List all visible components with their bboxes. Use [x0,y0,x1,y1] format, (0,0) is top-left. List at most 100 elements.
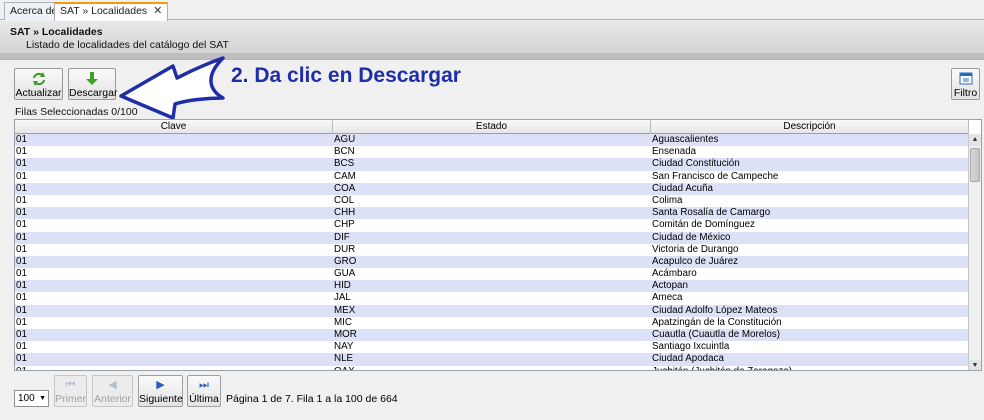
page-size-value: 100 [18,393,35,404]
vertical-scrollbar[interactable]: ▲ ▼ [968,134,981,370]
close-icon[interactable]: ✕ [153,4,162,19]
page-title: SAT » Localidades [10,26,103,38]
table-row[interactable]: 01 CHP Comitán de Domínguez [15,219,969,232]
filter-label: Filtro [953,87,978,99]
cell-estado: MOR [334,329,357,340]
tab-sat-localidades[interactable]: SAT » Localidades ✕ [54,2,169,21]
cell-descripcion: Ciudad de México [652,231,731,243]
page-size-select[interactable]: 100 ▼ [14,390,49,407]
next-page-button[interactable]: ▶ Siguiente [138,375,183,407]
cell-clave: 01 [16,170,27,182]
table-row[interactable]: 01 MOR Cuautla (Cuautla de Morelos) [15,329,969,342]
tab-bar: Acerca de SAT » Localidades ✕ [0,0,984,21]
table-header: Clave Estado Descripción [15,120,969,134]
scroll-up-icon[interactable]: ▲ [969,134,981,146]
cell-clave: 01 [16,292,27,304]
cell-estado: BCN [334,146,355,158]
cell-descripcion: Acámbaro [652,268,697,280]
table-row[interactable]: 01 NLE Ciudad Apodaca [15,353,969,366]
cell-estado: AGU [334,134,356,145]
table-row[interactable]: 01 BCN Ensenada [15,146,969,159]
table-row[interactable]: 01 MIC Apatzingán de la Constitución [15,316,969,329]
tab-label: SAT » Localidades [60,5,148,17]
cell-estado: COA [334,182,356,194]
table-row[interactable]: 01 NAY Santiago Ixcuintla [15,341,969,354]
table-row[interactable]: 01 HID Actopan [15,280,969,293]
column-header-clave[interactable]: Clave [15,120,333,134]
cell-estado: GUA [334,268,356,280]
cell-descripcion: Aguascalientes [652,134,719,145]
download-arrow-icon [69,71,115,87]
cell-clave: 01 [16,219,27,231]
table-row[interactable]: 01 GUA Acámbaro [15,268,969,281]
cell-descripcion: Actopan [652,280,688,292]
cell-descripcion: Comitán de Domínguez [652,219,755,231]
cell-descripcion: Juchitán (Juchitán de Zaragoza) [651,366,969,370]
cell-estado: OAX [333,366,651,370]
cell-clave: 01 [16,134,27,145]
cell-clave: 01 [16,182,27,194]
table-row[interactable]: 01 AGU Aguascalientes [15,134,969,147]
first-page-icon: ⏮ [65,379,76,391]
table-row[interactable]: 01 COA Ciudad Acuña [15,182,969,195]
cell-clave: 01 [16,353,27,365]
cell-estado: GRO [334,255,357,267]
cell-clave: 01 [16,329,27,340]
scroll-down-icon[interactable]: ▼ [969,360,981,370]
cell-clave: 01 [16,304,27,316]
cell-descripcion: Colima [652,194,683,206]
cell-clave: 01 [16,280,27,292]
callout-text: 2. Da clic en Descargar [231,64,461,87]
last-page-label: Última [189,393,219,405]
table-row[interactable]: 01 BCS Ciudad Constitución [15,158,969,171]
chevron-down-icon: ▼ [39,395,46,402]
table-row[interactable]: 01 DUR Victoria de Durango [15,243,969,256]
cell-clave: 01 [16,231,27,243]
cell-estado: NLE [334,353,354,365]
cell-estado: BCS [334,158,355,170]
filter-icon [952,71,979,87]
prev-page-button[interactable]: ◀ Anterior [92,375,133,407]
cell-descripcion: Ciudad Adolfo López Mateos [652,304,778,316]
cell-descripcion: Ciudad Constitución [652,158,740,170]
table-row[interactable]: 01 CAM San Francisco de Campeche [15,170,969,183]
cell-descripcion: Santiago Ixcuintla [652,341,730,353]
filter-button[interactable]: Filtro [951,68,980,100]
cell-descripcion: San Francisco de Campeche [652,170,779,182]
cell-estado: CAM [334,170,356,182]
table-body: 01 AGU Aguascalientes 01 BCN Ensenada 01 BCS Ciu… [15,134,969,370]
refresh-button[interactable]: Actualizar [14,68,63,100]
cell-estado: COL [334,194,355,206]
cell-clave: 01 [16,341,27,353]
table-row[interactable]: 01 GRO Acapulco de Juárez [15,255,969,269]
table-row[interactable]: 01 MEX Ciudad Adolfo López Mateos [15,304,969,317]
cell-estado: MEX [334,304,356,316]
next-page-icon: ▶ [156,379,165,391]
table-row[interactable]: 01OAXJuchitán (Juchitán de Zaragoza) [15,365,969,370]
cell-estado: HID [334,280,351,292]
download-button[interactable]: Descargar [68,68,117,100]
table-row[interactable]: 01 JAL Ameca [15,292,969,305]
column-header-descripcion[interactable]: Descripción [651,120,969,134]
cell-estado: CHP [334,219,355,231]
scroll-thumb[interactable] [970,148,980,182]
table-row[interactable]: 01 COL Colima [15,194,969,208]
cell-descripcion: Cuautla (Cuautla de Morelos) [652,329,780,340]
first-page-label: Primer [55,393,86,405]
next-page-label: Siguiente [139,393,183,405]
refresh-label: Actualizar [15,87,62,99]
cell-estado: CHH [334,207,356,219]
cell-estado: MIC [334,316,352,328]
column-header-estado[interactable]: Estado [333,120,651,134]
cell-descripcion: Victoria de Durango [652,243,739,255]
pagination-status: Página 1 de 7. Fila 1 a la 100 de 664 [226,393,398,405]
table-row[interactable]: 01 CHH Santa Rosalía de Camargo [15,207,969,220]
table-row[interactable]: 01 DIF Ciudad de México [15,231,969,244]
first-page-button[interactable]: ⏮ Primer [54,375,87,407]
cell-clave: 01 [16,146,27,158]
last-page-button[interactable]: ⏭ Última [187,375,221,407]
cell-clave: 01 [16,207,27,219]
localities-table: Clave Estado Descripción 01 AGU Aguascalie… [14,119,982,371]
cell-clave: 01 [16,255,27,267]
cell-clave: 01 [15,366,333,370]
